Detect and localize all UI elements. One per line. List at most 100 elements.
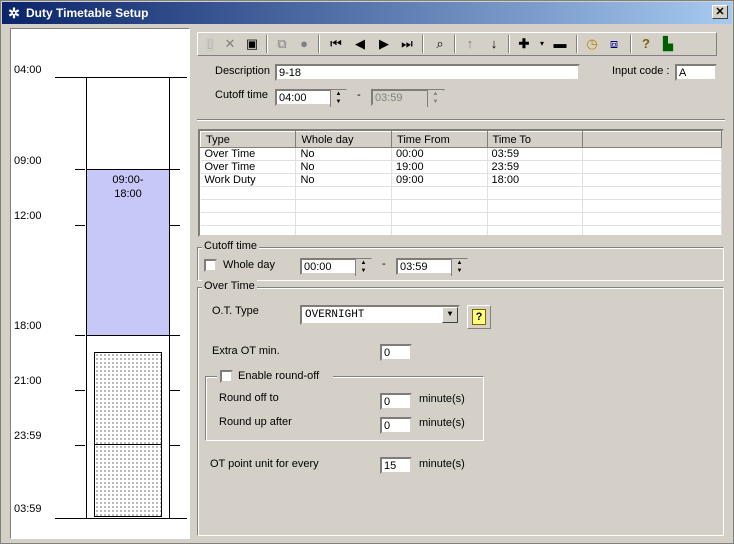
round-off-minutes-label: minute(s)	[419, 393, 465, 405]
ot-type-help-button[interactable]: ?	[467, 305, 491, 329]
move-down-icon[interactable]: ↓	[484, 35, 504, 53]
column-header-type[interactable]: Type	[200, 131, 297, 148]
table-row[interactable]: Over Time No 00:00 03:59	[200, 147, 722, 161]
cutoff-from-spinner[interactable]: ▲ ▼	[330, 90, 346, 107]
separator-line-highlight	[197, 120, 725, 121]
ot-point-unit-input[interactable]	[380, 457, 412, 474]
toolbar-separator	[630, 35, 632, 53]
round-off-to-input[interactable]	[380, 393, 412, 410]
first-record-icon[interactable]: ⏮	[326, 35, 346, 53]
table-empty-row	[200, 199, 722, 213]
chevron-down-icon[interactable]: ▼	[442, 307, 458, 323]
cell-time-to: 18:00	[487, 173, 584, 187]
cell-whole-day: No	[295, 147, 393, 161]
timeline-free-block	[86, 77, 170, 170]
enable-round-off-checkbox[interactable]	[220, 370, 233, 383]
toolbar-separator	[266, 35, 268, 53]
cutoff-group-dash: -	[382, 258, 386, 270]
ot-point-unit-label: OT point unit for every	[210, 458, 319, 470]
close-button[interactable]: ✕	[712, 5, 728, 19]
question-icon: ?	[472, 309, 486, 325]
find-icon[interactable]: ⌕	[430, 35, 450, 53]
delete-icon[interactable]: ✕	[220, 35, 240, 53]
column-header-empty	[582, 131, 722, 148]
remove-icon[interactable]: ▬	[550, 35, 570, 53]
properties-icon[interactable]: ⧈	[604, 35, 624, 53]
enable-round-off-label: Enable round-off	[238, 370, 320, 382]
timeline-label-2359: 23:59	[14, 430, 42, 442]
round-off-to-label: Round off to	[219, 392, 279, 404]
previous-record-icon[interactable]: ◀	[350, 35, 370, 53]
timeline-tick	[170, 335, 180, 336]
move-up-icon[interactable]: ↑	[460, 35, 480, 53]
last-record-icon[interactable]: ⏭	[397, 35, 417, 53]
new-icon[interactable]: ▯	[200, 35, 220, 53]
help-icon[interactable]: ?	[636, 35, 656, 53]
description-input[interactable]	[275, 64, 580, 81]
cell-time-from: 09:00	[391, 173, 488, 187]
clock-icon[interactable]: ◷	[582, 35, 602, 53]
timeline-tick	[75, 225, 85, 226]
ot-point-minutes-label: minute(s)	[419, 458, 465, 470]
copy-icon[interactable]: ⧉	[272, 35, 292, 53]
round-up-after-input[interactable]	[380, 417, 412, 434]
toolbar-separator	[422, 35, 424, 53]
whole-day-checkbox[interactable]	[204, 259, 217, 272]
cutoff-group-to-spinner[interactable]: ▲ ▼	[451, 259, 467, 276]
cell-empty	[582, 147, 722, 161]
app-gear-icon: ✲	[8, 5, 20, 21]
cell-time-from: 00:00	[391, 147, 488, 161]
input-code-input[interactable]	[675, 64, 717, 81]
toolbar-separator	[454, 35, 456, 53]
timeline-label-0900: 09:00	[14, 155, 42, 167]
extra-ot-input[interactable]	[380, 344, 412, 361]
timeline-work-duty-block[interactable]: 09:00- 18:00	[86, 169, 170, 336]
ot-type-select[interactable]: OVERNIGHT ▼	[300, 305, 460, 325]
timeline-tick	[75, 445, 85, 446]
table-row[interactable]: Work Duty No 09:00 18:00	[200, 173, 722, 187]
save-icon[interactable]: ▣	[242, 35, 262, 53]
table-empty-row	[200, 212, 722, 226]
duty-timetable-window: ✲ Duty Timetable Setup ✕ 04:00 09:00 12:…	[0, 0, 734, 544]
over-time-group-title: Over Time	[202, 280, 257, 292]
timeline-tick	[170, 390, 180, 391]
cutoff-group-title: Cutoff time	[202, 240, 259, 252]
timeline-tick	[170, 445, 180, 446]
timeline-tick	[170, 225, 180, 226]
toolbar-separator	[508, 35, 510, 53]
table-empty-row	[200, 186, 722, 200]
column-header-time-from[interactable]: Time From	[391, 131, 488, 148]
toolbar-separator	[318, 35, 320, 53]
timeline-tick	[75, 335, 85, 336]
timeline-overtime-block-1900[interactable]	[94, 352, 162, 445]
timeline-tick	[75, 169, 85, 170]
timeline-tick	[75, 390, 85, 391]
add-icon[interactable]: ✚	[514, 35, 534, 53]
round-up-minutes-label: minute(s)	[419, 417, 465, 429]
cutoff-to-spinner: ▲ ▼	[427, 90, 443, 107]
table-row[interactable]: Over Time No 19:00 23:59	[200, 160, 722, 174]
column-header-time-to[interactable]: Time To	[486, 131, 584, 148]
table-empty-row	[200, 225, 722, 235]
description-label: Description	[215, 65, 271, 77]
cell-type: Work Duty	[200, 173, 297, 187]
duty-entries-table[interactable]: Type Whole day Time From Time To Over Ti…	[198, 129, 724, 237]
toolbar-separator	[576, 35, 578, 53]
timeline-label-2100: 21:00	[14, 375, 42, 387]
timeline-label-0400: 04:00	[14, 64, 42, 76]
window-title: Duty Timetable Setup	[26, 6, 149, 20]
round-up-after-label: Round up after	[219, 416, 292, 428]
timeline-overtime-block-0000[interactable]	[94, 444, 162, 517]
column-header-whole-day[interactable]: Whole day	[295, 131, 393, 148]
extra-ot-label: Extra OT min.	[212, 345, 280, 357]
cutoff-time-label: Cutoff time	[215, 89, 268, 101]
cutoff-dash: -	[357, 89, 361, 101]
timeline-panel: 04:00 09:00 12:00 18:00 21:00 23:59 03:5…	[10, 28, 190, 539]
cutoff-group-from-spinner[interactable]: ▲ ▼	[355, 259, 371, 276]
timeline-tick	[170, 169, 180, 170]
exit-icon[interactable]: ▙	[658, 35, 678, 53]
add-dropdown-icon[interactable]: ▾	[532, 35, 552, 53]
record-icon[interactable]: ●	[294, 35, 314, 53]
next-record-icon[interactable]: ▶	[374, 35, 394, 53]
toolbar: ▯ ✕ ▣ ⧉ ● ⏮ ◀ ▶ ⏭ ⌕ ↑ ↓ ✚ ▾ ▬ ◷ ⧈ ? ▙	[197, 32, 717, 56]
